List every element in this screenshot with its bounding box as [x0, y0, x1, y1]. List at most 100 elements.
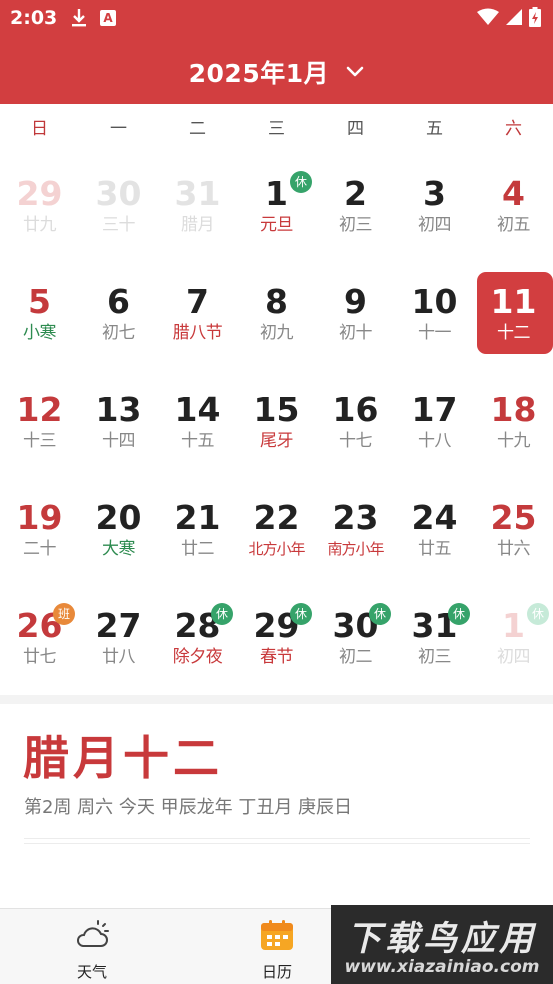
day-number: 2	[344, 174, 367, 213]
weekday-label: 三	[268, 119, 285, 139]
day-cell[interactable]: 14 十五	[158, 366, 237, 474]
lunar-label: 南方小年	[327, 540, 384, 558]
day-number: 3	[423, 174, 446, 213]
holiday-badge: 休	[369, 603, 391, 625]
day-cell[interactable]: 26 廿七班	[0, 582, 79, 690]
day-cell[interactable]: 18 十九	[474, 366, 553, 474]
month-selector[interactable]: 2025年1月	[0, 54, 553, 90]
day-cell[interactable]: 9 初十	[316, 258, 395, 366]
weekday-header: 日 一 二 三 四 五 六	[0, 104, 553, 150]
calendar-icon	[261, 920, 293, 950]
day-number: 7	[186, 282, 209, 321]
weekday-label: 日	[31, 119, 48, 139]
day-cell[interactable]: 20 大寒	[79, 474, 158, 582]
day-cell[interactable]: 2 初三	[316, 150, 395, 258]
day-cell[interactable]: 13 十四	[79, 366, 158, 474]
lunar-label: 十二	[497, 323, 531, 343]
lunar-label: 初四	[418, 215, 452, 235]
day-cell[interactable]: 1 元旦休	[237, 150, 316, 258]
day-number: 29	[16, 174, 63, 213]
day-cell[interactable]: 17 十八	[395, 366, 474, 474]
divider	[24, 838, 530, 839]
lunar-label: 北方小年	[248, 540, 305, 558]
day-cell[interactable]: 23 南方小年	[316, 474, 395, 582]
lunar-label: 初五	[497, 215, 531, 235]
calendar-week-row: 29 廿九 30 三十 31 腊月 1 元旦休 2 初三 3 初四 4 初五	[0, 150, 553, 258]
day-cell[interactable]: 3 初四	[395, 150, 474, 258]
day-cell[interactable]: 12 十三	[0, 366, 79, 474]
lunar-label: 廿五	[418, 539, 452, 559]
day-cell[interactable]: 6 初七	[79, 258, 158, 366]
day-cell[interactable]: 19 二十	[0, 474, 79, 582]
lunar-label: 二十	[23, 539, 57, 559]
calendar-app: 2:03 A 2025年1月 日 一 二 三 四 五 六 29 廿九 30 三十…	[0, 0, 553, 984]
day-number: 6	[107, 282, 130, 321]
day-cell[interactable]: 8 初九	[237, 258, 316, 366]
nav-calendar[interactable]: 日历	[217, 909, 337, 984]
day-number: 24	[411, 498, 458, 537]
day-number: 13	[95, 390, 142, 429]
day-cell[interactable]: 7 腊八节	[158, 258, 237, 366]
day-cell[interactable]: 22 北方小年	[237, 474, 316, 582]
lunar-label: 初十	[339, 323, 373, 343]
day-cell[interactable]: 27 廿八	[79, 582, 158, 690]
day-cell[interactable]: 5 小寒	[0, 258, 79, 366]
day-cell[interactable]: 29 春节休	[237, 582, 316, 690]
day-number: 16	[332, 390, 379, 429]
lunar-label: 初三	[418, 647, 452, 667]
day-number: 17	[411, 390, 458, 429]
lunar-label: 十五	[181, 431, 215, 451]
day-cell[interactable]: 1 初四休	[474, 582, 553, 690]
calendar-week-row: 19 二十 20 大寒 21 廿二 22 北方小年 23 南方小年 24 廿五 25 廿六	[0, 474, 553, 582]
lunar-label: 尾牙	[260, 431, 294, 451]
day-number: 20	[95, 498, 142, 537]
day-cell[interactable]: 31 初三休	[395, 582, 474, 690]
lunar-label: 十一	[418, 323, 452, 343]
nav-weather[interactable]: 天气	[32, 909, 152, 984]
system-icons	[477, 7, 541, 27]
day-cell-selected[interactable]: 11 十二	[474, 258, 553, 366]
nav-weather-label: 天气	[76, 963, 107, 981]
day-cell[interactable]: 28 除夕夜休	[158, 582, 237, 690]
holiday-badge: 休	[290, 171, 312, 193]
lunar-label: 春节	[260, 647, 294, 667]
calendar-grid: 29 廿九 30 三十 31 腊月 1 元旦休 2 初三 3 初四 4 初五 5 小寒 6 初七 7 腊八节 8 初九 9 初…	[0, 150, 553, 690]
notification-icons: A	[70, 8, 116, 28]
calendar-week-row: 12 十三 13 十四 14 十五 15 尾牙 16 十七 17 十八 18 十九	[0, 366, 553, 474]
lunar-label: 元旦	[260, 215, 294, 235]
chevron-down-icon	[347, 66, 364, 77]
day-cell[interactable]: 30 初二休	[316, 582, 395, 690]
battery-charging-icon	[529, 7, 541, 27]
day-number: 8	[265, 282, 288, 321]
day-number: 11	[490, 282, 537, 321]
weekday-label: 二	[189, 119, 206, 139]
day-cell[interactable]: 30 三十	[79, 150, 158, 258]
day-cell[interactable]: 4 初五	[474, 150, 553, 258]
day-cell[interactable]: 16 十七	[316, 366, 395, 474]
day-number: 18	[490, 390, 537, 429]
weekday-label: 四	[347, 119, 364, 139]
day-cell[interactable]: 15 尾牙	[237, 366, 316, 474]
weekday-label: 五	[426, 119, 443, 139]
day-cell[interactable]: 25 廿六	[474, 474, 553, 582]
selected-date-detail: 第2周 周六 今天 甲辰龙年 丁丑月 庚辰日	[24, 797, 353, 818]
lunar-label: 廿二	[181, 539, 215, 559]
watermark-logo: 下载鸟应用 www.xiazainiao.com	[331, 905, 553, 984]
day-cell[interactable]: 31 腊月	[158, 150, 237, 258]
lunar-label: 廿六	[497, 539, 531, 559]
lunar-label: 廿七	[23, 647, 57, 667]
lunar-label: 十八	[418, 431, 452, 451]
day-cell[interactable]: 21 廿二	[158, 474, 237, 582]
day-cell[interactable]: 24 廿五	[395, 474, 474, 582]
day-number: 10	[411, 282, 458, 321]
lunar-label: 腊月	[181, 215, 215, 235]
day-cell[interactable]: 29 廿九	[0, 150, 79, 258]
day-number: 12	[16, 390, 63, 429]
lunar-label: 初二	[339, 647, 373, 667]
day-number: 22	[253, 498, 300, 537]
day-cell[interactable]: 10 十一	[395, 258, 474, 366]
lunar-label: 大寒	[102, 539, 136, 559]
lunar-label: 廿九	[23, 215, 57, 235]
lunar-label: 十九	[497, 431, 531, 451]
cloud-weather-icon	[77, 920, 109, 947]
